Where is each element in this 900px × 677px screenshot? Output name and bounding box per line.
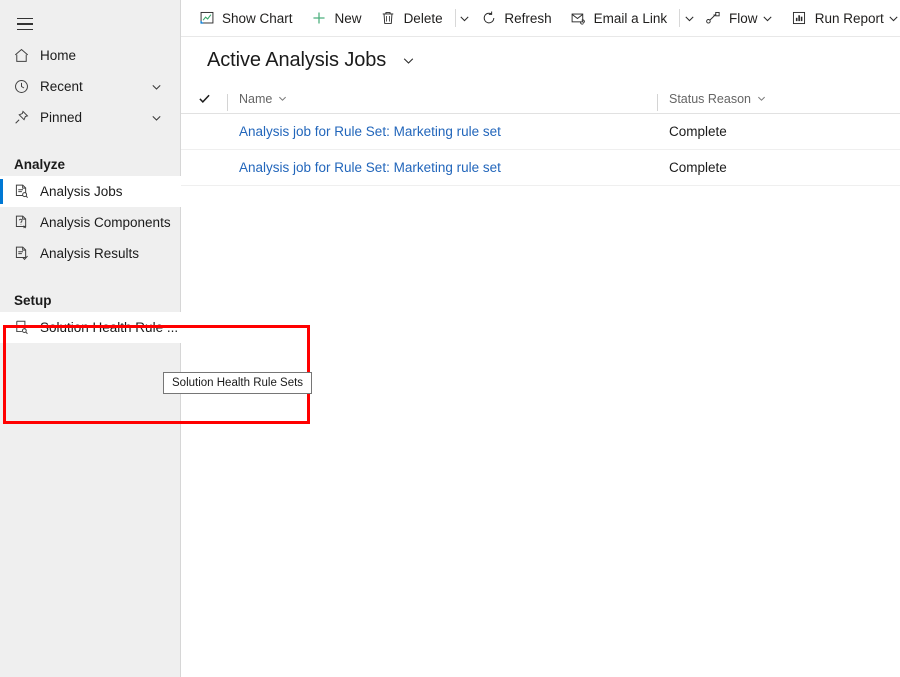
flow-icon (705, 10, 722, 27)
column-header-name[interactable]: Name (227, 90, 657, 111)
sidebar-item-analysis-components[interactable]: Analysis Components (0, 207, 181, 238)
sidebar-item-home[interactable]: Home (0, 40, 181, 71)
run-report-button[interactable]: Run Report (782, 0, 887, 36)
sidebar-item-label: Solution Health Rule ... (40, 319, 179, 335)
view-selector-chevron-down-icon[interactable] (401, 53, 416, 68)
command-label: Show Chart (222, 10, 293, 26)
pin-icon (13, 109, 35, 127)
chevron-down-icon[interactable] (756, 93, 767, 104)
status-badge: Complete (669, 159, 727, 175)
main-content: Active Analysis Jobs Name Status Reason … (181, 37, 900, 677)
sidebar-group-title-analyze: Analyze (14, 156, 66, 172)
sidebar-item-label: Pinned (40, 109, 83, 125)
chevron-down-icon[interactable] (150, 111, 163, 124)
sidebar-item-label: Analysis Jobs (40, 183, 123, 199)
row-cell-status-reason: Complete (657, 123, 900, 141)
command-separator (454, 9, 456, 27)
row-cell-name: Analysis job for Rule Set: Marketing rul… (227, 123, 657, 141)
data-grid: Name Status Reason Analysis job for Rule… (181, 84, 900, 186)
row-cell-status-reason: Complete (657, 159, 900, 177)
chevron-down-icon[interactable] (277, 93, 288, 104)
hamburger-line (17, 23, 33, 25)
command-label: Refresh (504, 10, 552, 26)
sidebar-group-title-setup: Setup (14, 292, 52, 308)
delete-button[interactable]: Delete (371, 0, 452, 36)
row-name-link[interactable]: Analysis job for Rule Set: Marketing rul… (239, 160, 501, 175)
overflow-chevron-down-icon[interactable] (458, 0, 471, 36)
column-header-label: Status Reason (669, 92, 767, 106)
overflow-chevron-down-icon[interactable] (683, 0, 696, 36)
sidebar-item-pinned[interactable]: Pinned (0, 102, 181, 133)
solution-health-rule-sets-icon (13, 319, 35, 337)
hamburger-line (17, 17, 33, 20)
analysis-jobs-icon (13, 183, 35, 201)
sidebar-item-analysis-jobs[interactable]: Analysis Jobs (0, 176, 181, 207)
sidebar-item-analysis-results[interactable]: Analysis Results (0, 238, 181, 269)
sidebar-item-label: Home (40, 47, 77, 63)
refresh-icon (480, 10, 497, 27)
refresh-button[interactable]: Refresh (471, 0, 560, 36)
command-label: Flow (728, 10, 758, 26)
chart-icon (198, 10, 215, 27)
table-row[interactable]: Analysis job for Rule Set: Marketing rul… (181, 150, 900, 186)
analysis-components-icon (13, 214, 35, 232)
column-header-text: Name (239, 91, 273, 106)
new-button[interactable]: New (302, 0, 371, 36)
chevron-down-icon[interactable] (150, 80, 163, 93)
run-report-icon (791, 10, 808, 27)
show-chart-button[interactable]: Show Chart (189, 0, 302, 36)
trash-icon (380, 10, 397, 27)
email-link-icon (570, 10, 587, 27)
tooltip-text: Solution Health Rule Sets (172, 377, 304, 389)
hamburger-line (17, 28, 33, 31)
column-header-status-reason[interactable]: Status Reason (657, 90, 900, 111)
home-icon (13, 47, 35, 65)
grid-header-row: Name Status Reason (181, 84, 900, 114)
command-label: Run Report (814, 10, 884, 26)
sidebar-item-solution-health-rule-sets[interactable]: Solution Health Rule ... (0, 312, 181, 343)
sidebar-nav: Home Recent Pinned Analyze Analysis Jobs… (0, 40, 181, 343)
command-label: New (334, 10, 362, 26)
site-map-menu-icon[interactable] (9, 9, 41, 39)
sidebar: Home Recent Pinned Analyze Analysis Jobs… (0, 0, 181, 677)
page-title: Active Analysis Jobs (207, 49, 387, 71)
column-header-label: Name (239, 92, 288, 106)
flow-button[interactable]: Flow (696, 0, 761, 36)
status-badge: Complete (669, 123, 727, 139)
app-root: Home Recent Pinned Analyze Analysis Jobs… (0, 0, 900, 677)
sidebar-item-label: Analysis Results (40, 245, 140, 261)
command-label: Delete (403, 10, 443, 26)
select-all-checkbox[interactable] (181, 91, 227, 106)
clock-icon (13, 78, 35, 96)
command-separator (679, 9, 680, 27)
row-name-link[interactable]: Analysis job for Rule Set: Marketing rul… (239, 124, 501, 139)
row-cell-name: Analysis job for Rule Set: Marketing rul… (227, 159, 657, 177)
sidebar-item-label: Recent (40, 78, 83, 94)
command-bar: Show Chart New Delete Refresh Email a Li… (181, 0, 900, 37)
column-header-text: Status Reason (669, 91, 751, 106)
command-label: Email a Link (593, 10, 668, 26)
table-row[interactable]: Analysis job for Rule Set: Marketing rul… (181, 114, 900, 150)
sidebar-item-recent[interactable]: Recent (0, 71, 181, 102)
sidebar-item-label: Analysis Components (40, 214, 171, 230)
plus-icon (311, 10, 328, 27)
analysis-results-icon (13, 245, 35, 263)
run-report-chevron-down-icon[interactable] (887, 0, 900, 36)
email-a-link-button[interactable]: Email a Link (561, 0, 677, 36)
view-header: Active Analysis Jobs (181, 37, 900, 84)
tooltip: Solution Health Rule Sets (163, 372, 313, 394)
flow-chevron-down-icon[interactable] (760, 0, 773, 36)
